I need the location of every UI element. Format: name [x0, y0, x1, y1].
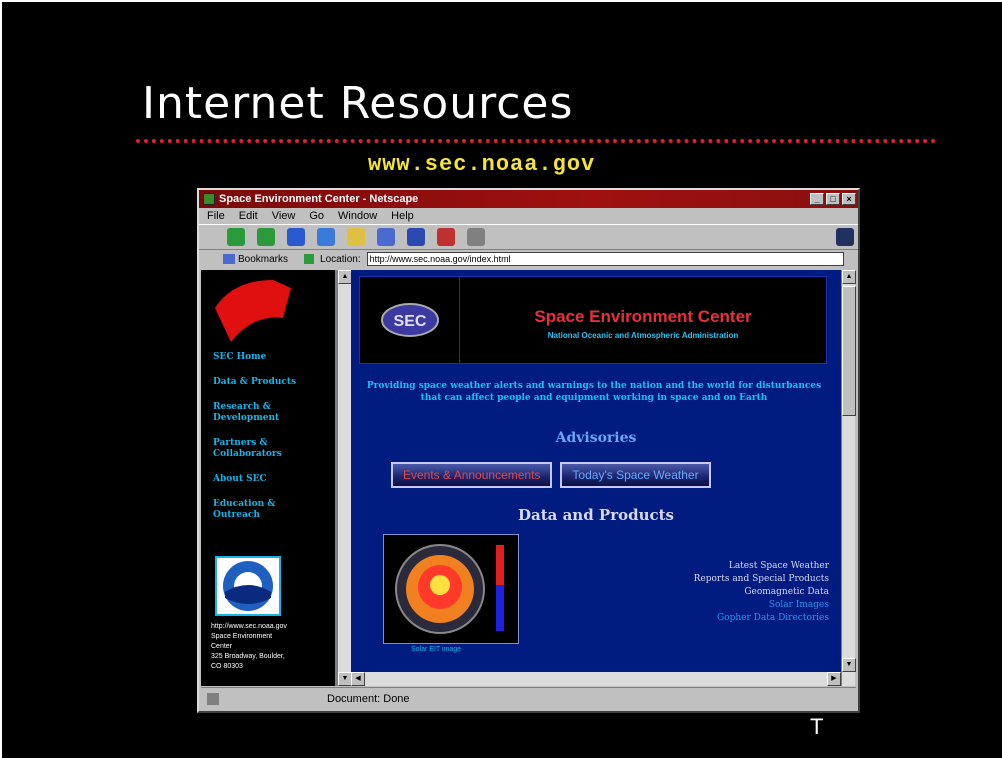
menu-view[interactable]: View	[272, 210, 296, 222]
location-input[interactable]: http://www.sec.noaa.gov/index.html	[366, 252, 844, 266]
solar-image-caption[interactable]: Solar EIT image	[411, 646, 461, 653]
location-toolbar: Bookmarks Location: http://www.sec.noaa.…	[199, 250, 858, 268]
scroll-down-arrow[interactable]: ▼	[842, 658, 856, 672]
nav-education[interactable]: Education & Outreach	[213, 499, 285, 521]
link-geomagnetic[interactable]: Geomagnetic Data	[694, 586, 829, 599]
main-frame-scrollbar[interactable]: ▲ ▼	[841, 270, 856, 686]
nav-about[interactable]: About SEC	[213, 474, 296, 485]
search-icon[interactable]	[347, 228, 365, 246]
advisories-heading: Advisories	[555, 430, 637, 446]
sec-banner: SEC Space Environment Center National Oc…	[359, 276, 827, 364]
left-frame-scrollbar[interactable]: ▲ ▼	[337, 270, 352, 686]
address-line: CO 80303	[211, 663, 243, 670]
stop-icon[interactable]	[467, 228, 485, 246]
link-latest-space-weather[interactable]: Latest Space Weather	[694, 560, 829, 573]
title-underline	[136, 139, 936, 143]
menu-go[interactable]: Go	[309, 210, 324, 222]
slide-title: Internet Resources	[142, 78, 574, 129]
horizontal-scrollbar[interactable]: ◀ ▶	[351, 672, 841, 686]
netscape-icon	[203, 193, 215, 205]
data-products-heading: Data and Products	[517, 506, 675, 524]
back-icon[interactable]	[227, 228, 245, 246]
main-content-frame: SEC Space Environment Center National Oc…	[351, 270, 841, 686]
page-proxy-icon	[304, 254, 315, 264]
banner-subtitle: National Oceanic and Atmospheric Adminis…	[547, 331, 739, 340]
sec-banner-logo: SEC	[360, 277, 460, 363]
footer-letter: T	[810, 714, 824, 739]
data-links: Latest Space Weather Reports and Special…	[694, 560, 829, 625]
bookmarks-button[interactable]: Bookmarks	[223, 254, 288, 265]
address-line: Space Environment	[211, 633, 273, 640]
menu-help[interactable]: Help	[391, 210, 414, 222]
scroll-up-arrow[interactable]: ▲	[842, 270, 856, 284]
scroll-down-arrow[interactable]: ▼	[338, 672, 352, 686]
maximize-button[interactable]: □	[826, 193, 840, 205]
security-icon[interactable]	[437, 228, 455, 246]
home-icon[interactable]	[317, 228, 335, 246]
link-gopher[interactable]: Gopher Data Directories	[694, 612, 829, 625]
menu-window[interactable]: Window	[338, 210, 377, 222]
mission-tagline: Providing space weather alerts and warni…	[366, 381, 822, 403]
link-reports[interactable]: Reports and Special Products	[694, 573, 829, 586]
menu-file[interactable]: File	[207, 210, 225, 222]
nav-data-products[interactable]: Data & Products	[213, 377, 296, 388]
url-caption: www.sec.noaa.gov	[368, 152, 596, 177]
scroll-right-arrow[interactable]: ▶	[827, 672, 841, 686]
window-title: Space Environment Center - Netscape	[219, 193, 419, 205]
solar-image[interactable]	[383, 534, 519, 644]
nav-sec-home[interactable]: SEC Home	[213, 352, 296, 363]
address-line[interactable]: http://www.sec.noaa.gov	[211, 622, 287, 632]
status-bar: Document: Done	[201, 687, 856, 709]
netscape-throbber-icon	[836, 228, 854, 246]
todays-space-weather-button[interactable]: Today's Space Weather	[560, 462, 711, 488]
sec-logo	[215, 280, 291, 342]
browser-window: Space Environment Center - Netscape _ □ …	[197, 188, 860, 713]
nav-research[interactable]: Research & Development	[213, 402, 285, 424]
reload-icon[interactable]	[287, 228, 305, 246]
forward-icon[interactable]	[257, 228, 275, 246]
print-icon[interactable]	[407, 228, 425, 246]
sec-address: http://www.sec.noaa.gov Space Environmen…	[211, 622, 287, 672]
close-button[interactable]: ×	[842, 193, 856, 205]
status-text: Document: Done	[327, 692, 410, 705]
scroll-thumb[interactable]	[842, 286, 856, 416]
scroll-left-arrow[interactable]: ◀	[351, 672, 365, 686]
scroll-up-arrow[interactable]: ▲	[338, 270, 352, 284]
browser-viewport: SEC Home Data & Products Research & Deve…	[201, 270, 856, 686]
window-titlebar[interactable]: Space Environment Center - Netscape _ □ …	[199, 190, 858, 208]
events-announcements-button[interactable]: Events & Announcements	[391, 462, 553, 488]
noaa-logo[interactable]	[215, 556, 281, 616]
guide-icon[interactable]	[377, 228, 395, 246]
address-line: Center	[211, 643, 233, 650]
svg-text:SEC: SEC	[393, 313, 426, 330]
banner-title: Space Environment Center	[534, 307, 752, 326]
nav-partners[interactable]: Partners & Collaborators	[213, 438, 285, 460]
menu-bar: File Edit View Go Window Help	[199, 208, 858, 224]
bookmarks-label: Bookmarks	[238, 253, 289, 265]
bookmarks-icon	[223, 254, 235, 264]
address-line: 325 Broadway, Boulder,	[211, 653, 285, 660]
security-lock-icon[interactable]	[207, 692, 219, 705]
left-nav-frame: SEC Home Data & Products Research & Deve…	[201, 270, 337, 686]
menu-edit[interactable]: Edit	[239, 210, 258, 222]
minimize-button[interactable]: _	[810, 193, 824, 205]
navigation-toolbar	[199, 224, 858, 250]
location-label: Location:	[320, 253, 361, 265]
link-solar-images[interactable]: Solar Images	[694, 599, 829, 612]
